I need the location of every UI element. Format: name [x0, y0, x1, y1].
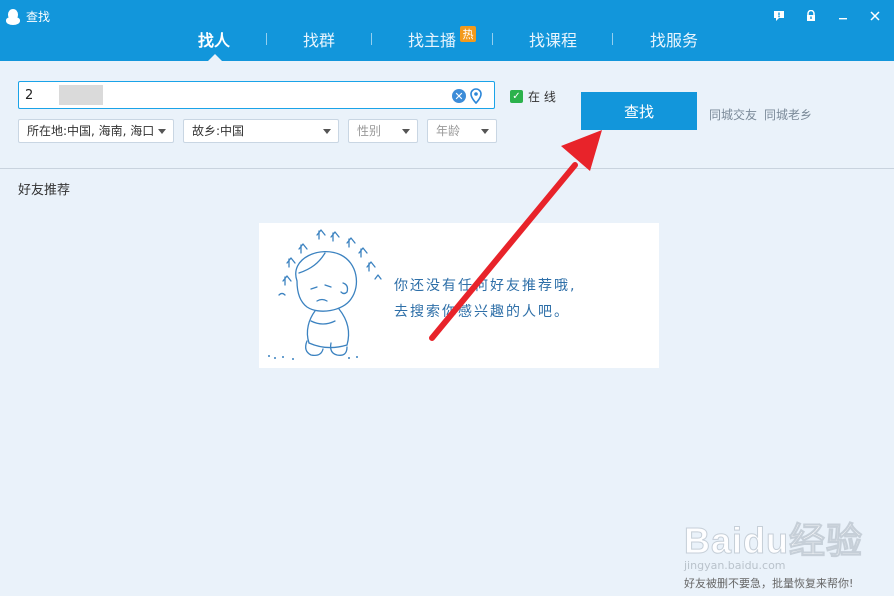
qq-penguin-icon [6, 8, 20, 25]
location-pin-icon[interactable] [470, 88, 482, 108]
watermark-url: jingyan.baidu.com [684, 559, 786, 572]
search-button[interactable]: 查找 [581, 92, 697, 130]
tab-separator [266, 33, 267, 45]
tab-find-anchors[interactable]: 找主播 [408, 27, 456, 51]
feedback-icon[interactable] [768, 8, 790, 24]
redaction-mask [59, 85, 103, 105]
online-checkbox[interactable]: ✓ [510, 90, 523, 103]
location-select[interactable]: 所在地:中国, 海南, 海口 [18, 119, 174, 143]
hometown-select-value: 故乡:中国 [192, 124, 245, 138]
lock-icon[interactable] [800, 8, 822, 24]
active-tab-indicator [208, 54, 222, 61]
app-title: 查找 [6, 8, 50, 25]
clear-icon[interactable]: ✕ [452, 89, 466, 103]
hot-badge: 热 [460, 26, 476, 42]
title-bar: 查找 找人 找群 找主播 热 找课程 找服务 [0, 0, 894, 61]
online-label: 在 线 [528, 90, 556, 104]
tab-separator [492, 33, 493, 45]
chevron-down-icon [481, 129, 489, 134]
link-same-city-friends[interactable]: 同城交友 [709, 106, 757, 123]
baidu-watermark: Baidu经验 jingyan.baidu.com 好友被删不要急，批量恢复来帮… [683, 500, 889, 592]
location-select-value: 所在地:中国, 海南, 海口 [27, 124, 155, 138]
age-select-value: 年龄 [436, 124, 461, 138]
window-title: 查找 [26, 10, 51, 24]
baidu-logo: Baidu经验 [683, 520, 864, 562]
tab-separator [612, 33, 613, 45]
age-select[interactable]: 年龄 [427, 119, 497, 143]
gender-select[interactable]: 性别 [348, 119, 418, 143]
search-input-box[interactable]: ✕ [18, 81, 495, 109]
recommend-title: 好友推荐 [18, 183, 71, 198]
sad-boy-illustration [268, 229, 382, 360]
tab-find-courses[interactable]: 找课程 [529, 27, 577, 51]
watermark-tip: 好友被删不要急，批量恢复来帮你! [684, 577, 854, 590]
empty-message-line1: 你还没有任何好友推荐哦, [394, 278, 577, 294]
chevron-down-icon [323, 129, 331, 134]
empty-recommend-illustration: 你还没有任何好友推荐哦, 去搜索你感兴趣的人吧。 [259, 223, 659, 368]
divider [0, 168, 894, 169]
chevron-down-icon [158, 129, 166, 134]
tab-find-services[interactable]: 找服务 [650, 27, 698, 51]
tab-separator [371, 33, 372, 45]
tab-bar: 找人 找群 找主播 热 找课程 找服务 [0, 25, 894, 61]
close-icon[interactable] [864, 8, 886, 24]
empty-message-line2: 去搜索你感兴趣的人吧。 [394, 304, 570, 320]
chevron-down-icon [402, 129, 410, 134]
tab-find-groups[interactable]: 找群 [303, 27, 335, 51]
hometown-select[interactable]: 故乡:中国 [183, 119, 339, 143]
gender-select-value: 性别 [357, 124, 382, 138]
online-filter[interactable]: ✓ 在 线 [510, 88, 556, 105]
window-controls [768, 8, 886, 24]
link-same-city-hometown[interactable]: 同城老乡 [764, 106, 812, 123]
tab-find-people[interactable]: 找人 [198, 27, 230, 51]
minimize-icon[interactable] [832, 8, 854, 24]
